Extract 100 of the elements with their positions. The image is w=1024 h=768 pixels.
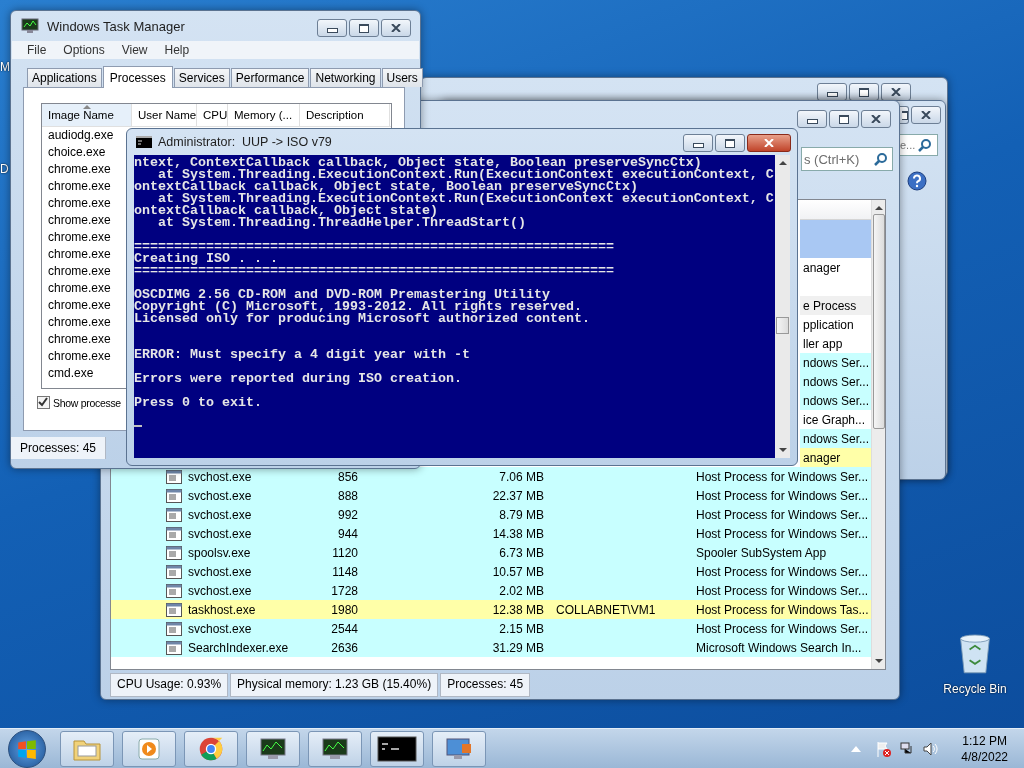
list-item[interactable]: chrome.exe	[42, 212, 124, 229]
desktop-icon-label[interactable]: D	[0, 162, 9, 176]
menu-item[interactable]: View	[121, 43, 148, 57]
minimize-button[interactable]	[317, 19, 347, 37]
close-button[interactable]	[747, 134, 791, 152]
checkmark-icon	[38, 397, 48, 407]
list-item[interactable]: chrome.exe	[42, 263, 124, 280]
tab[interactable]: Applications	[27, 68, 102, 87]
menu-item[interactable]: Help	[164, 43, 190, 57]
scroll-down-arrow-icon[interactable]	[874, 659, 883, 663]
list-item[interactable]: chrome.exe	[42, 161, 124, 178]
program-icon	[166, 507, 182, 522]
console-line: ERROR: Must specify a 4 digit year with -t	[134, 349, 471, 361]
taskbar-button[interactable]	[308, 730, 362, 767]
list-item[interactable]: chrome.exe	[42, 195, 124, 212]
desktop-icon-label[interactable]: M	[0, 60, 10, 74]
menu-item[interactable]: File	[27, 43, 47, 57]
list-item[interactable]: chrome.exe	[42, 331, 124, 348]
table-row[interactable]: taskhost.exe 1980 12.38 MB COLLABNET\VM1 Host Process for Windows Tas...	[111, 600, 871, 619]
list-item[interactable]: choice.exe	[42, 144, 124, 161]
tab[interactable]: Performance	[230, 68, 310, 87]
start-button[interactable]	[8, 729, 46, 768]
flag-icon[interactable]	[875, 740, 892, 757]
column-header[interactable]: User Name	[132, 104, 197, 126]
search-field[interactable]: s (Ctrl+K)	[801, 147, 893, 171]
list-item[interactable]: chrome.exe	[42, 178, 124, 195]
search-icon[interactable]	[874, 152, 888, 166]
close-button[interactable]	[881, 83, 911, 101]
list-item[interactable]: chrome.exe	[42, 348, 124, 365]
minimize-button[interactable]	[817, 83, 847, 101]
table-row[interactable]: SearchIndexer.exe 2636 31.29 MB Microsoft Windows Search In...	[111, 638, 871, 657]
volume-icon[interactable]	[923, 740, 940, 757]
table-cell-text: 14.38 MB	[491, 526, 544, 541]
taskbar-button[interactable]	[246, 730, 300, 767]
close-icon	[891, 88, 901, 96]
console-line: at System.Threading.ExecutionContext.Run(ExecutionContext executionContext, C	[158, 193, 775, 205]
monitor-icon	[258, 735, 288, 762]
monitor-icon	[21, 18, 39, 34]
checkbox[interactable]: Show processe	[37, 396, 121, 409]
tab[interactable]: Processes	[102, 66, 173, 88]
clock-time: 1:12 PM	[962, 733, 1007, 748]
tab[interactable]: Services	[173, 68, 230, 87]
minimize-button[interactable]	[797, 110, 827, 128]
scrollbar[interactable]	[775, 155, 790, 458]
column-header[interactable]: Description	[300, 104, 390, 126]
table-row[interactable]: svchost.exe 856 7.06 MB Host Process for Windows Ser...	[111, 467, 871, 486]
table-row[interactable]: spoolsv.exe 1120 6.73 MB Spooler SubSystem App	[111, 543, 871, 562]
list-item[interactable]: audiodg.exe	[42, 127, 124, 144]
scroll-up-arrow-icon[interactable]	[778, 161, 787, 165]
scrollbar[interactable]	[871, 200, 885, 669]
list-item[interactable]: chrome.exe	[42, 280, 124, 297]
table-row[interactable]: anager	[800, 448, 871, 467]
maximize-button[interactable]	[849, 83, 879, 101]
close-button[interactable]	[861, 110, 891, 128]
column-header[interactable]: Memory (...	[228, 104, 300, 126]
list-item[interactable]: chrome.exe	[42, 246, 124, 263]
console-line: ============================================================	[134, 265, 615, 277]
maximize-button[interactable]	[715, 134, 745, 152]
console-icon	[136, 136, 152, 148]
table-cell-text: COLLABNET\VM1	[556, 602, 657, 617]
maximize-button[interactable]	[829, 110, 859, 128]
table-cell-text: Host Process for Windows Ser...	[696, 526, 870, 541]
table-cell-text: 7.06 MB	[498, 469, 544, 484]
close-button[interactable]	[381, 19, 411, 37]
list-item[interactable]: chrome.exe	[42, 229, 124, 246]
minimize-button[interactable]	[683, 134, 713, 152]
scroll-thumb[interactable]	[776, 317, 789, 334]
console-line: ============================================================	[134, 241, 615, 253]
taskbar-button[interactable]	[370, 730, 424, 767]
desktop-icon-label[interactable]: Recycle Bin	[943, 682, 1007, 696]
help-icon[interactable]	[907, 171, 927, 191]
scroll-down-arrow-icon[interactable]	[778, 448, 787, 452]
table-row[interactable]: svchost.exe 992 8.79 MB Host Process for Windows Ser...	[111, 505, 871, 524]
table-row[interactable]: svchost.exe 2544 2.15 MB Host Process for Windows Ser...	[111, 619, 871, 638]
maximize-icon	[902, 110, 908, 120]
close-button[interactable]	[911, 106, 941, 124]
column-header[interactable]: CPU	[197, 104, 228, 126]
console-line: at System.Threading.ExecutionContext.Run(ExecutionContext executionContext, C	[158, 169, 775, 181]
table-row[interactable]: svchost.exe 1148 10.57 MB Host Process for Windows Ser...	[111, 562, 871, 581]
tab[interactable]: Networking	[310, 68, 381, 87]
table-row[interactable]: svchost.exe 1728 2.02 MB Host Process for Windows Ser...	[111, 581, 871, 600]
scroll-up-arrow-icon[interactable]	[874, 206, 883, 210]
clock[interactable]: 1:12 PM 4/8/2022	[961, 733, 1008, 764]
tab[interactable]: Users	[381, 68, 423, 87]
window-title: Windows Task Manager	[47, 18, 185, 34]
menu-item[interactable]: Options	[63, 43, 105, 57]
program-icon	[166, 564, 182, 579]
table-row[interactable]: svchost.exe 888 22.37 MB Host Process for Windows Ser...	[111, 486, 871, 505]
status-text: Processes: 45	[11, 437, 107, 459]
table-cell-text: Microsoft Windows Search In...	[696, 640, 863, 655]
table-row[interactable]: svchost.exe 944 14.38 MB Host Process for Windows Ser...	[111, 524, 871, 543]
column-header[interactable]: Image Name	[42, 104, 132, 126]
scroll-thumb[interactable]	[872, 214, 885, 429]
checkbox-box[interactable]	[37, 396, 50, 409]
table-cell: ller app	[803, 336, 843, 351]
list-item[interactable]: cmd.exe	[42, 365, 124, 382]
maximize-button[interactable]	[349, 19, 379, 37]
list-item[interactable]: chrome.exe	[42, 314, 124, 331]
list-item[interactable]: chrome.exe	[42, 297, 124, 314]
table-row[interactable]: e Process	[800, 296, 871, 315]
